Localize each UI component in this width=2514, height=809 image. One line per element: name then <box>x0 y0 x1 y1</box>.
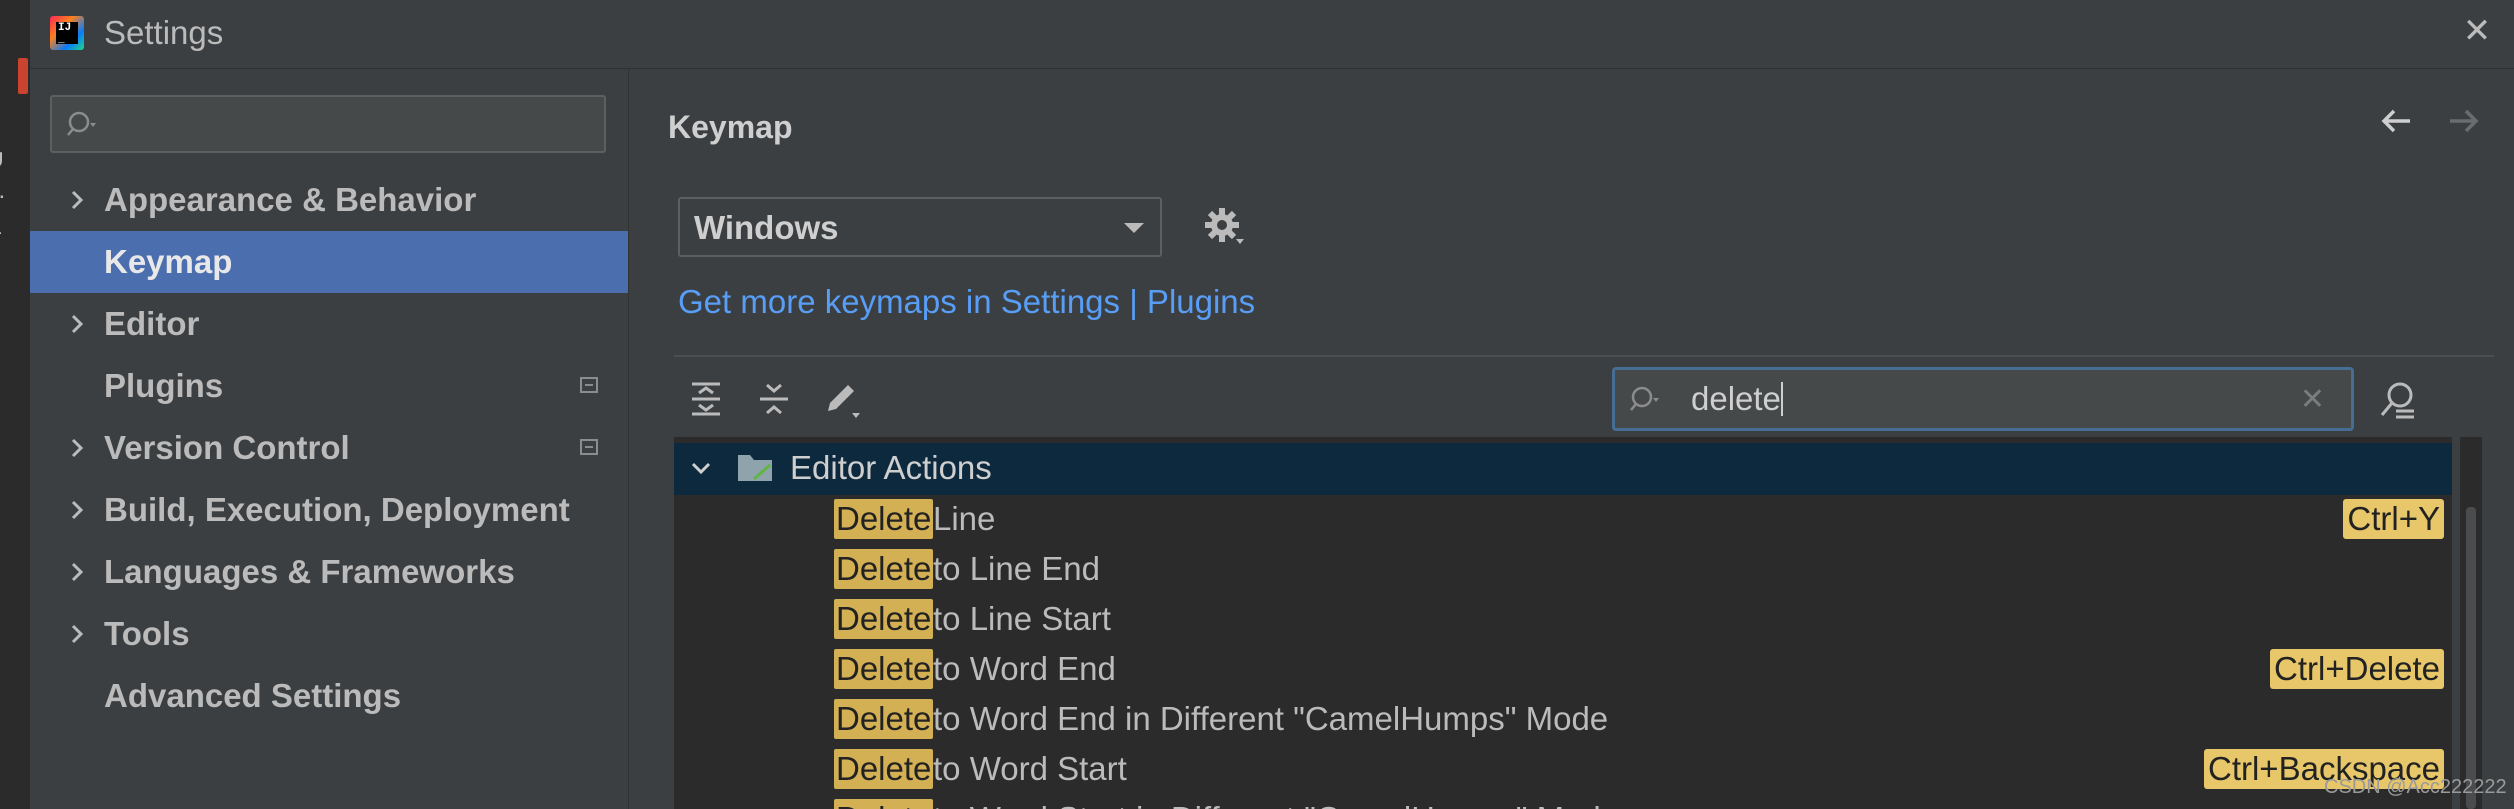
chevron-right-icon[interactable] <box>66 495 88 525</box>
search-icon <box>1630 386 1659 411</box>
text-caret <box>1780 382 1783 416</box>
search-match-highlight: Delete <box>834 749 934 789</box>
search-match-highlight: Delete <box>834 649 934 689</box>
tree-scrollbar[interactable] <box>2460 437 2482 809</box>
settings-sidebar: Appearance & Behavior Keymap Editor Plugins… <box>30 69 629 809</box>
watermark: CSDN @Acc222222 <box>2324 776 2507 798</box>
sidebar-search-input[interactable] <box>50 95 606 153</box>
page-title: Keymap <box>668 109 793 145</box>
chevron-right-icon[interactable] <box>66 557 88 587</box>
search-match-highlight: Delete <box>834 499 934 539</box>
tree-row[interactable]: Delete Line Ctrl+Y <box>674 495 2452 545</box>
chevron-down-icon[interactable] <box>688 457 714 479</box>
sidebar-item-tools[interactable]: Tools <box>30 603 628 665</box>
sidebar-item-label: Appearance & Behavior <box>104 181 477 218</box>
find-shortcut-icon[interactable] <box>2376 377 2422 423</box>
search-match-highlight: Delete <box>834 549 934 589</box>
action-name: to Word End in Different "CamelHumps" Mo… <box>933 700 1609 737</box>
search-match-highlight: Delete <box>834 599 934 639</box>
sidebar-item-label: Tools <box>104 615 190 652</box>
sidebar-item-label: Version Control <box>104 429 350 466</box>
project-tool-tab[interactable]: Project <box>0 150 8 237</box>
collapse-all-icon[interactable] <box>752 377 796 421</box>
search-icon <box>67 111 96 136</box>
action-name: to Line End <box>933 550 1100 587</box>
search-match-highlight: Delete <box>834 799 934 809</box>
gear-icon[interactable] <box>1202 205 1246 249</box>
keymap-select[interactable]: Windows <box>678 197 1162 257</box>
sidebar-item-build-execution-deployment[interactable]: Build, Execution, Deployment <box>30 479 628 541</box>
tree-row[interactable]: Delete to Word End Ctrl+Delete <box>674 645 2452 695</box>
divider <box>674 355 2494 357</box>
chevron-right-icon[interactable] <box>66 309 88 339</box>
action-name: to Line Start <box>933 600 1111 637</box>
tree-row[interactable]: Delete to Word Start Ctrl+Backspace <box>674 745 2452 795</box>
actions-tree[interactable]: Editor Actions Delete Line Ctrl+Y Delete t… <box>674 437 2452 809</box>
keymap-select-value: Windows <box>694 209 839 246</box>
chevron-right-icon[interactable] <box>66 433 88 463</box>
clear-search-icon[interactable]: ✕ <box>2300 382 2325 417</box>
sidebar-item-languages-frameworks[interactable]: Languages & Frameworks <box>30 541 628 603</box>
action-name: to Word End <box>933 650 1116 687</box>
chevron-down-icon <box>1124 223 1144 233</box>
sidebar-item-label: Plugins <box>104 367 224 404</box>
app-logo-icon: IJ _ <box>50 16 84 50</box>
expand-all-icon[interactable] <box>684 377 728 421</box>
action-search-value: delete <box>1691 380 1781 417</box>
arrow-left-icon[interactable] <box>2376 101 2416 141</box>
sidebar-item-label: Languages & Frameworks <box>104 553 515 590</box>
sidebar-item-appearance-behavior[interactable]: Appearance & Behavior <box>30 169 628 231</box>
tree-row[interactable]: Delete to Line End <box>674 545 2452 595</box>
sidebar-item-plugins[interactable]: Plugins <box>30 355 628 417</box>
project-level-icon <box>580 377 598 393</box>
folder-icon <box>738 455 772 481</box>
tree-group-label: Editor Actions <box>790 449 992 486</box>
title-bar: IJ _ Settings ✕ <box>30 0 2514 69</box>
action-search-input[interactable]: delete ✕ <box>1612 367 2354 431</box>
tree-row[interactable]: Delete to Line Start <box>674 595 2452 645</box>
tree-group-editor-actions[interactable]: Editor Actions <box>674 443 2452 495</box>
more-keymaps-link[interactable]: Get more keymaps in Settings | Plugins <box>678 283 1255 321</box>
sidebar-item-label: Advanced Settings <box>104 677 402 714</box>
search-match-highlight: Delete <box>834 699 934 739</box>
action-name: Line <box>933 500 996 537</box>
tree-row[interactable]: Delete to Word Start in Different "Camel… <box>674 795 2452 809</box>
arrow-right-icon[interactable] <box>2444 101 2484 141</box>
ide-tool-marker <box>18 58 28 94</box>
action-name: to Word Start in Different "CamelHumps" … <box>933 799 1619 809</box>
edit-icon[interactable] <box>820 377 864 421</box>
window-title: Settings <box>104 14 224 51</box>
sidebar-item-label: Build, Execution, Deployment <box>104 491 570 528</box>
sidebar-item-keymap[interactable]: Keymap <box>30 231 628 293</box>
keymap-panel: Keymap Windows Get more keymaps in Setti… <box>630 69 2514 809</box>
chevron-right-icon[interactable] <box>66 619 88 649</box>
shortcut-badge: Ctrl+Y <box>2343 499 2444 539</box>
close-icon[interactable]: ✕ <box>2454 8 2500 54</box>
sidebar-item-label: Keymap <box>104 243 233 280</box>
project-level-icon <box>580 439 598 455</box>
action-name: to Word Start <box>933 750 1127 787</box>
chevron-right-icon[interactable] <box>66 185 88 215</box>
sidebar-item-version-control[interactable]: Version Control <box>30 417 628 479</box>
shortcut-badge: Ctrl+Delete <box>2270 649 2444 689</box>
sidebar-item-advanced-settings[interactable]: Advanced Settings <box>30 665 628 727</box>
sidebar-item-label: Editor <box>104 305 200 342</box>
settings-window: IJ _ Settings ✕ Appearance & Behavior Keym… <box>30 0 2514 809</box>
ide-background-strip: Project <box>0 0 30 809</box>
sidebar-item-editor[interactable]: Editor <box>30 293 628 355</box>
scrollbar-thumb[interactable] <box>2466 507 2476 809</box>
tree-row[interactable]: Delete to Word End in Different "CamelHu… <box>674 695 2452 745</box>
